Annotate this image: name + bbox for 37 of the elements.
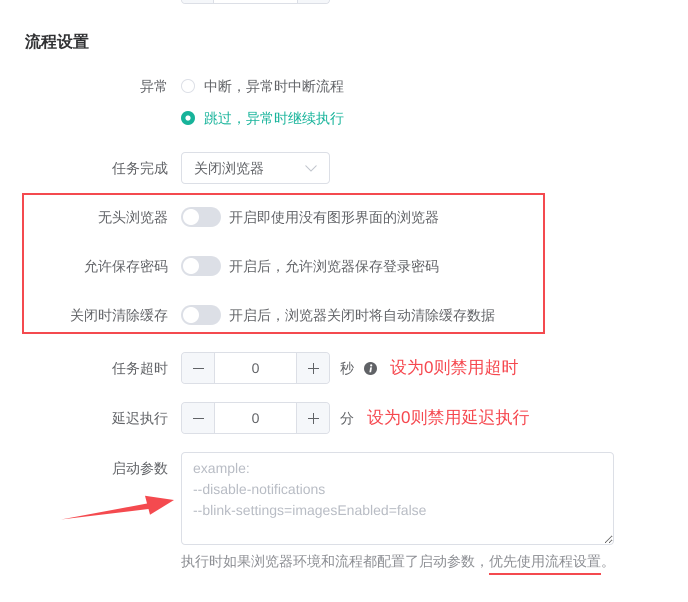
field-label: 关闭时清除缓存 — [70, 307, 168, 323]
plus-icon — [308, 362, 318, 374]
field-label: 无头浏览器 — [98, 209, 168, 225]
radio-icon[interactable] — [181, 79, 195, 93]
unit-label: 秒 — [340, 358, 354, 378]
field-label: 延迟执行 — [112, 410, 168, 426]
field-label: 任务完成 — [112, 160, 168, 176]
section-title: 流程设置 — [25, 34, 89, 51]
number-input[interactable]: 0 — [214, 403, 297, 433]
switch-description: 开启即使用没有图形界面的浏览器 — [229, 208, 439, 226]
increment-button[interactable] — [297, 403, 329, 433]
number-stepper[interactable] — [181, 0, 330, 4]
decrement-button[interactable] — [182, 353, 214, 383]
decrement-button[interactable] — [182, 403, 214, 433]
field-label: 异常 — [140, 78, 168, 94]
number-input[interactable]: 0 — [214, 353, 297, 383]
number-stepper[interactable]: 0 — [181, 402, 330, 434]
radio-icon[interactable] — [181, 111, 195, 125]
field-label: 允许保存密码 — [84, 258, 168, 274]
switch-description: 开启后，允许浏览器保存登录密码 — [229, 256, 439, 276]
chevron-down-icon — [305, 164, 317, 172]
select-field[interactable]: 关闭浏览器 — [181, 152, 330, 184]
toggle-switch[interactable] — [181, 207, 221, 227]
plus-icon — [308, 412, 318, 424]
toggle-switch[interactable] — [181, 305, 221, 325]
increment-button[interactable] — [297, 353, 329, 383]
field-label: 启动参数 — [112, 460, 168, 476]
toggle-switch[interactable] — [181, 256, 221, 276]
annotation-note: 设为0则禁用延迟执行 — [367, 407, 530, 430]
unit-label: 分 — [340, 408, 354, 428]
switch-description: 开启后，浏览器关闭时将自动清除缓存数据 — [229, 306, 495, 324]
hint-text: 执行时如果浏览器环境和流程都配置了启动参数，优先使用流程设置。 — [181, 551, 615, 575]
field-label: 任务超时 — [112, 360, 168, 376]
annotation-note: 设为0则禁用超时 — [390, 357, 518, 380]
number-stepper[interactable]: 0 — [181, 352, 330, 384]
textarea-field[interactable]: example: --disable-notifications --blink-settings=imagesEnabled=false — [181, 452, 614, 545]
radio-option[interactable]: 中断，异常时中断流程 — [181, 70, 344, 102]
